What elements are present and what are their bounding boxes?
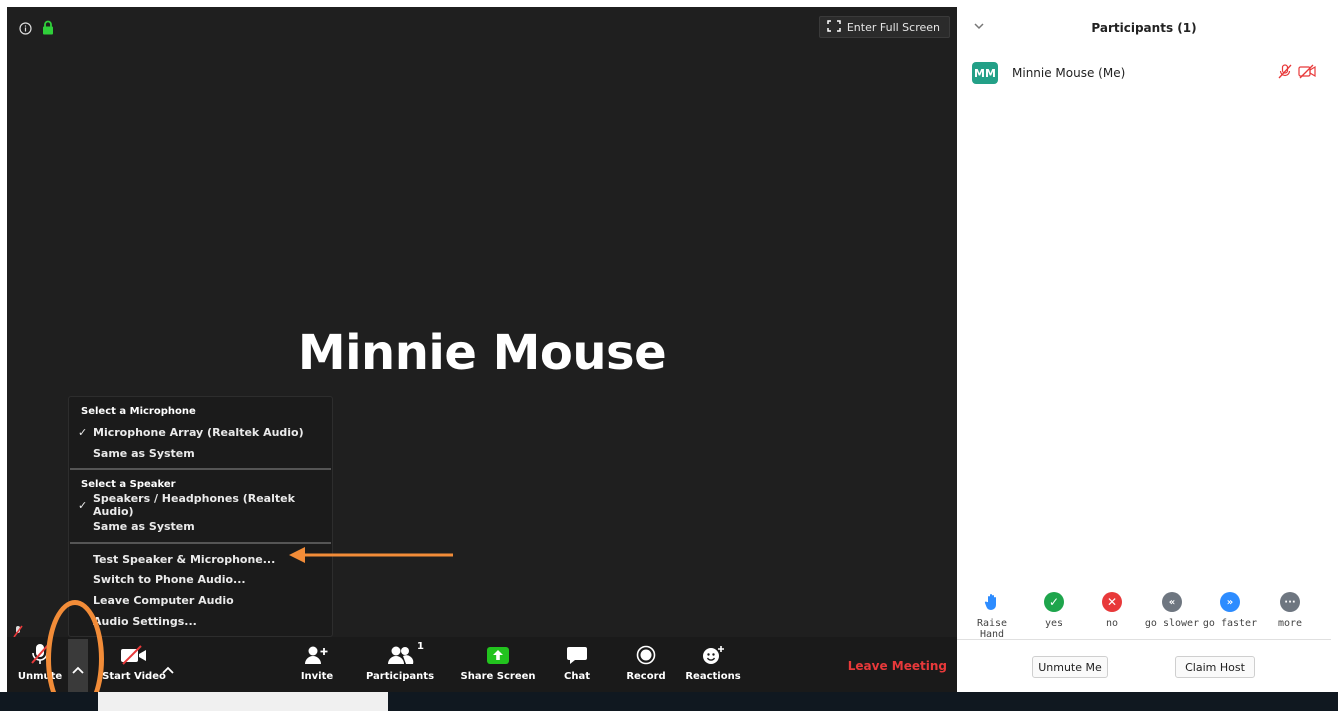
chat-label: Chat — [564, 671, 590, 682]
go-faster-button[interactable]: » go faster — [1200, 592, 1260, 629]
info-icon[interactable] — [19, 20, 32, 39]
checkmark-icon: ✓ — [78, 498, 88, 512]
yes-button[interactable]: ✓ yes — [1024, 592, 1084, 629]
fast-forward-icon: » — [1220, 592, 1240, 612]
taskbar-search-box[interactable] — [98, 692, 388, 711]
participant-name: Minnie Mouse (Me) — [1012, 66, 1126, 80]
participants-count-badge: 1 — [417, 641, 424, 652]
feedback-label: more — [1277, 618, 1303, 629]
reactions-label: Reactions — [685, 671, 741, 682]
add-user-icon — [304, 645, 330, 668]
annotation-arrow-icon — [287, 545, 457, 569]
feedback-label: go faster — [1202, 618, 1258, 629]
avatar: MM — [972, 62, 998, 84]
more-icon: ··· — [1280, 592, 1300, 612]
reactions-button[interactable]: Reactions — [685, 637, 741, 692]
encryption-lock-icon[interactable] — [42, 20, 54, 39]
reactions-icon — [701, 645, 725, 668]
claim-host-button[interactable]: Claim Host — [1175, 656, 1255, 678]
participants-panel: Participants (1) MM Minnie Mouse (Me) Ra… — [957, 7, 1331, 692]
rewind-icon: « — [1162, 592, 1182, 612]
unmute-me-button[interactable]: Unmute Me — [1032, 656, 1108, 678]
menu-item-label: Leave Computer Audio — [93, 593, 234, 607]
raise-hand-button[interactable]: Raise Hand — [962, 592, 1022, 640]
check-icon: ✓ — [1044, 592, 1064, 612]
menu-item-label: Microphone Array (Realtek Audio) — [93, 425, 304, 439]
meeting-toolbar: Unmute Start Video Invite 1 Participants… — [7, 637, 957, 692]
enter-full-screen-label: Enter Full Screen — [846, 20, 940, 34]
record-button[interactable]: Record — [621, 637, 671, 692]
video-off-icon — [1298, 64, 1316, 83]
chat-button[interactable]: Chat — [557, 637, 597, 692]
select-speaker-heading: Select a Speaker — [81, 479, 176, 490]
menu-item-label: Test Speaker & Microphone... — [93, 552, 276, 566]
menu-divider — [70, 468, 331, 470]
chat-icon — [566, 645, 588, 668]
active-speaker-name: Minnie Mouse — [297, 325, 667, 381]
menu-item-audio-settings[interactable]: Audio Settings... — [69, 611, 332, 631]
participant-row[interactable]: MM Minnie Mouse (Me) — [972, 61, 1316, 85]
menu-item-label: Same as System — [93, 519, 195, 533]
more-button[interactable]: ··· more — [1260, 592, 1320, 629]
menu-item-mic-same-as-system[interactable]: Same as System — [69, 443, 332, 463]
panel-title: Participants (1) — [1091, 21, 1197, 35]
menu-item-leave-computer-audio[interactable]: Leave Computer Audio — [69, 590, 332, 610]
menu-item-switch-to-phone-audio[interactable]: Switch to Phone Audio... — [69, 569, 332, 589]
meeting-video-area: Enter Full Screen Minnie Mouse Select a … — [7, 7, 957, 692]
video-off-icon — [119, 645, 149, 668]
share-screen-label: Share Screen — [460, 671, 536, 682]
no-button[interactable]: ✕ no — [1082, 592, 1142, 629]
invite-label: Invite — [300, 671, 334, 682]
raise-hand-icon — [982, 592, 1002, 612]
audio-options-menu: Select a Microphone ✓ Microphone Array (… — [68, 396, 333, 637]
chevron-up-icon[interactable] — [162, 659, 174, 678]
feedback-label: no — [1105, 618, 1119, 629]
select-microphone-heading: Select a Microphone — [81, 406, 196, 417]
menu-item-microphone-array[interactable]: ✓ Microphone Array (Realtek Audio) — [69, 422, 332, 442]
menu-item-label: Audio Settings... — [93, 614, 197, 628]
panel-header: Participants (1) — [957, 7, 1331, 51]
menu-item-label: Same as System — [93, 446, 195, 460]
share-screen-icon — [486, 645, 510, 668]
fullscreen-icon — [827, 19, 841, 35]
participant-status — [1278, 63, 1316, 83]
go-slower-button[interactable]: « go slower — [1142, 592, 1202, 629]
share-screen-button[interactable]: Share Screen — [460, 637, 536, 692]
start-video-button[interactable]: Start Video — [99, 637, 169, 692]
participants-icon — [386, 645, 414, 668]
muted-microphone-icon — [1278, 63, 1292, 83]
menu-item-label: Switch to Phone Audio... — [93, 572, 246, 586]
feedback-label: go slower — [1144, 618, 1200, 629]
menu-item-label: Speakers / Headphones (Realtek Audio) — [93, 492, 295, 518]
record-icon — [636, 645, 656, 668]
record-label: Record — [626, 671, 666, 682]
top-status-icons — [19, 20, 54, 39]
start-video-label: Start Video — [102, 671, 166, 682]
nonverbal-feedback-bar: Raise Hand ✓ yes ✕ no « go slower » go f… — [957, 592, 1331, 640]
x-icon: ✕ — [1102, 592, 1122, 612]
menu-item-speaker-same-as-system[interactable]: Same as System — [69, 516, 332, 536]
participants-label: Participants — [365, 671, 435, 682]
leave-meeting-button[interactable]: Leave Meeting — [848, 659, 947, 673]
participants-button[interactable]: 1 Participants — [365, 637, 435, 692]
invite-button[interactable]: Invite — [292, 637, 342, 692]
menu-divider — [70, 542, 331, 544]
feedback-label: yes — [1044, 618, 1064, 629]
checkmark-icon: ✓ — [78, 425, 88, 439]
menu-item-speakers-headphones[interactable]: ✓ Speakers / Headphones (Realtek Audio) — [69, 492, 332, 518]
feedback-label: Raise Hand — [976, 618, 1008, 640]
enter-full-screen-button[interactable]: Enter Full Screen — [818, 16, 950, 38]
